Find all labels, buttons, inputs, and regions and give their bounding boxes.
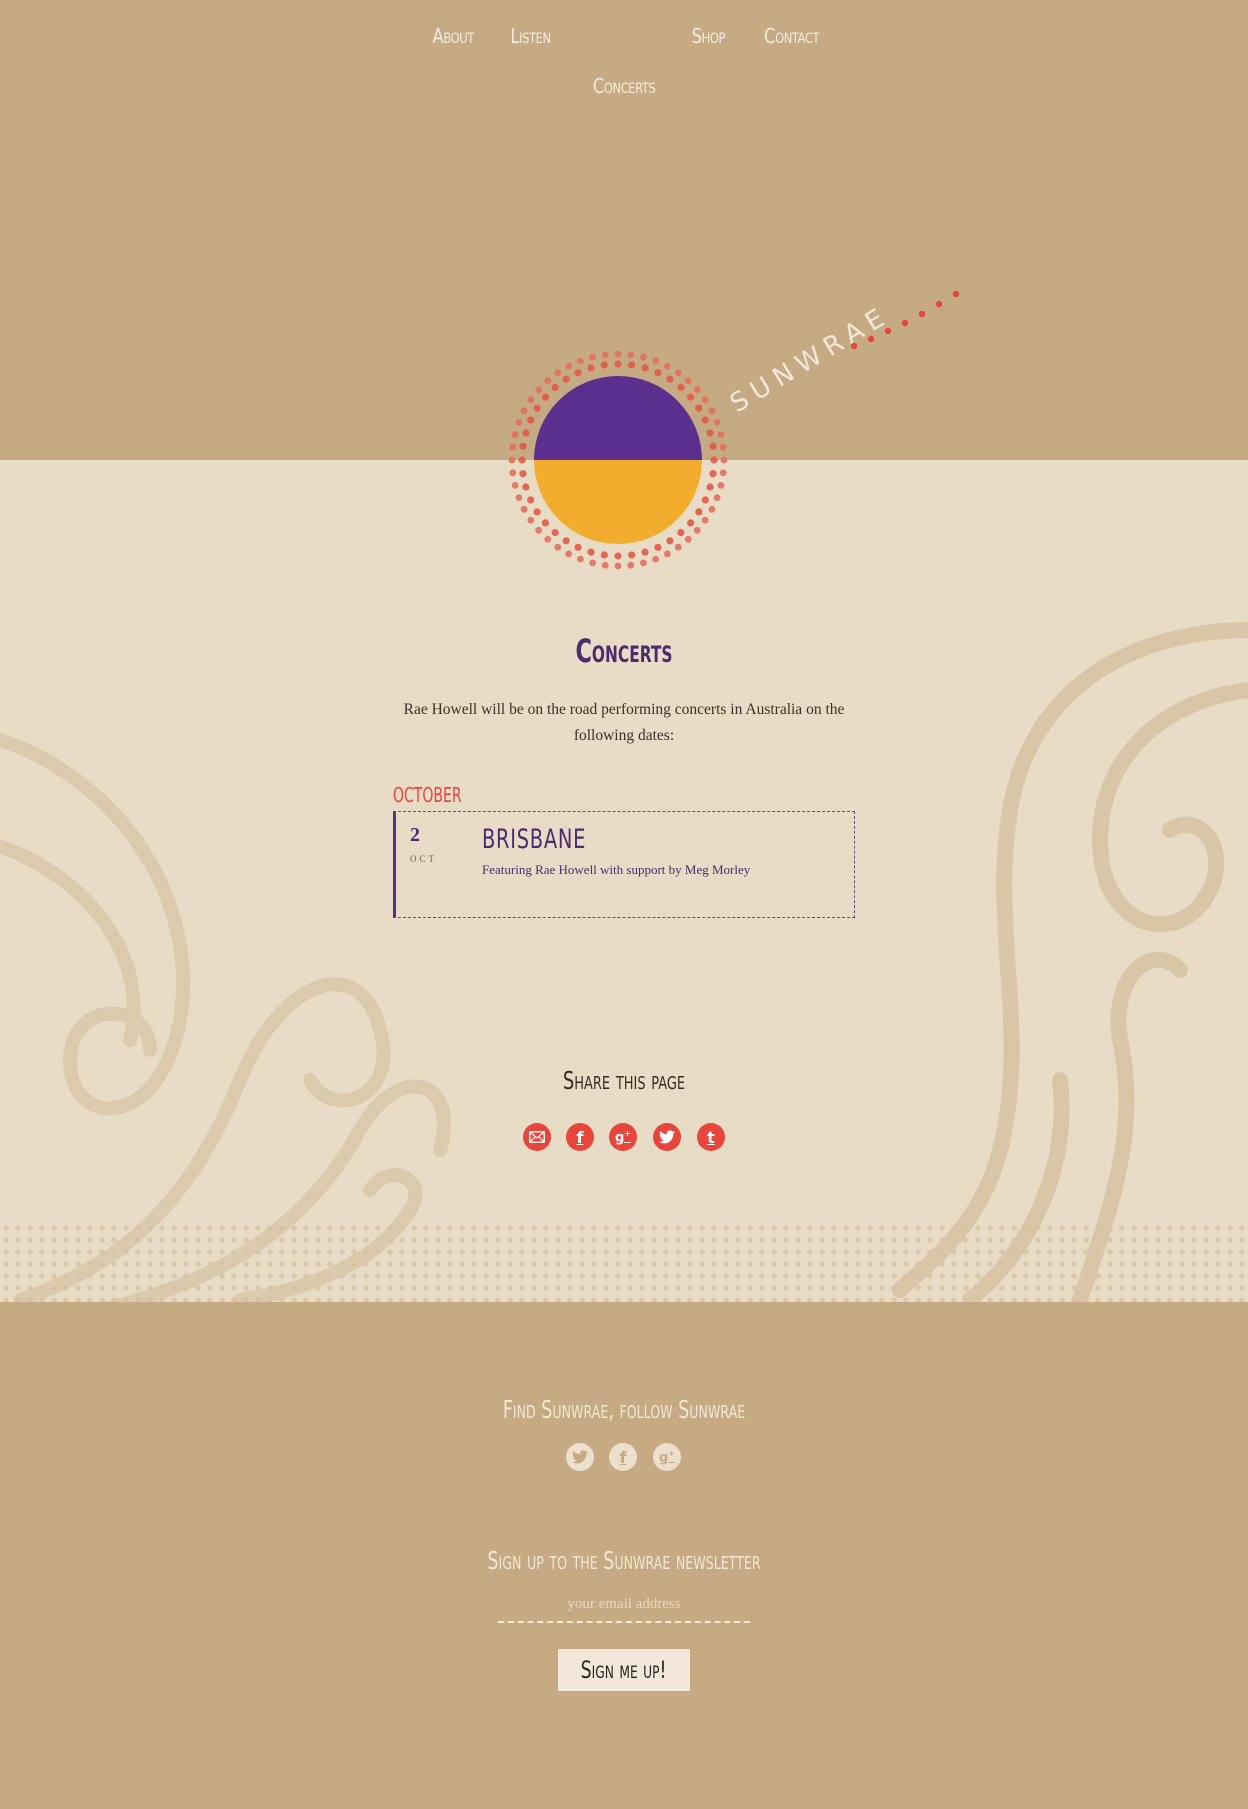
newsletter-email-input[interactable] [498, 1587, 750, 1623]
share-email-button[interactable] [523, 1123, 551, 1151]
event-card[interactable]: 2 OCT BRISBANE Featuring Rae Howell with… [393, 811, 855, 918]
event-city: BRISBANE [482, 824, 587, 855]
share-facebook-button[interactable]: f [566, 1123, 594, 1151]
facebook-icon: f [619, 1447, 627, 1467]
event-day: 2 [410, 824, 420, 846]
event-month: OCT [410, 854, 437, 864]
share-google-plus-button[interactable]: g+ [609, 1123, 637, 1151]
nav-about[interactable]: About [433, 24, 475, 48]
tumblr-icon: t [707, 1127, 715, 1147]
google-plus-icon: g+ [658, 1448, 675, 1466]
twitter-icon [572, 1450, 588, 1464]
month-heading: OCTOBER [393, 783, 462, 807]
newsletter-signup-button[interactable]: Sign me up! [558, 1649, 690, 1691]
share-tumblr-button[interactable]: t [697, 1123, 725, 1151]
google-plus-icon: g+ [614, 1128, 631, 1146]
logo-wordmark: SUNWRAE [725, 300, 896, 419]
right-flourish-decoration [892, 622, 1248, 1302]
sunwrae-logo[interactable]: SUNWRAE [490, 278, 970, 588]
intro-text: Rae Howell will be on the road performin… [403, 701, 845, 744]
newsletter-title: Sign up to the Sunwrae newsletter [487, 1546, 761, 1575]
nav-listen[interactable]: Listen [510, 24, 551, 48]
signup-button-label: Sign me up! [581, 1656, 667, 1684]
email-icon [529, 1131, 545, 1143]
facebook-icon: f [576, 1127, 584, 1147]
follow-title: Find Sunwrae, follow Sunwrae [502, 1395, 746, 1424]
event-description: Featuring Rae Howell with support by Meg… [482, 862, 751, 877]
follow-google-plus-button[interactable]: g+ [653, 1443, 681, 1471]
dotted-pattern-strip [0, 1222, 1248, 1302]
share-twitter-button[interactable] [653, 1123, 681, 1151]
nav-concerts[interactable]: Concerts [593, 74, 656, 98]
nav-shop[interactable]: Shop [692, 24, 726, 48]
page-title: Concerts [575, 632, 673, 670]
twitter-icon [659, 1130, 675, 1144]
follow-facebook-button[interactable]: f [609, 1443, 637, 1471]
nav-contact[interactable]: Contact [764, 24, 819, 48]
share-title: Share this page [562, 1066, 686, 1095]
follow-twitter-button[interactable] [566, 1443, 594, 1471]
